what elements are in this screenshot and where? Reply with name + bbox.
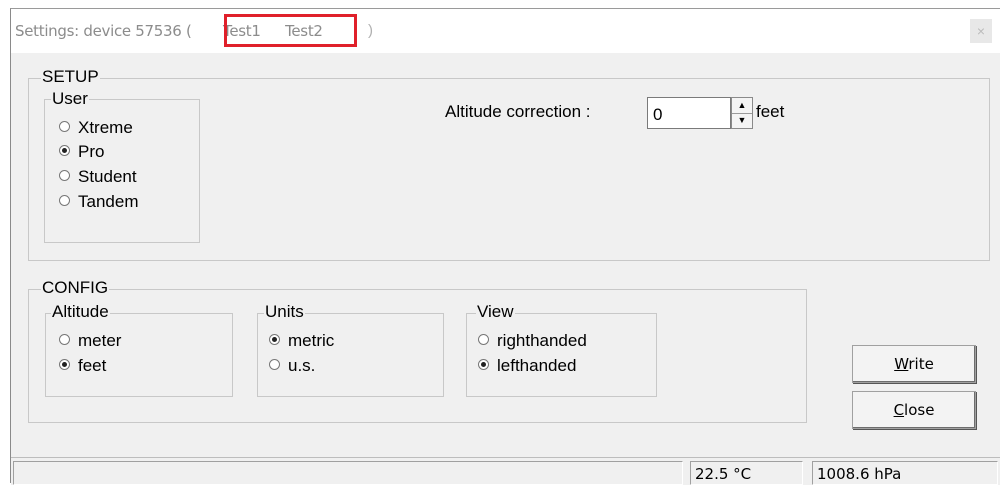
config-legend: CONFIG [41,278,110,297]
window-title: Settings: device 57536 ( [15,22,192,40]
write-button[interactable]: Write [852,345,976,383]
status-bar: 22.5 °C 1008.6 hPa [11,457,1000,485]
radio-icon[interactable] [59,334,70,345]
user-option-xtreme[interactable]: Xtreme [59,118,133,138]
status-temperature: 22.5 °C [690,461,803,485]
radio-label: lefthanded [497,356,577,375]
settings-window: Settings: device 57536 ( Test1 Test2 ) ×… [10,8,1000,485]
radio-label: metric [288,331,335,350]
title-bar: Settings: device 57536 ( Test1 Test2 ) × [11,9,1000,53]
user-legend: User [51,89,89,108]
close-icon[interactable]: × [970,19,992,43]
radio-label: Xtreme [78,118,133,137]
altitude-option-feet[interactable]: feet [59,356,106,376]
units-legend: Units [264,302,305,321]
user-option-tandem[interactable]: Tandem [59,192,138,212]
units-option-metric[interactable]: metric [269,331,334,351]
title-close-paren: ) [368,22,373,39]
view-legend: View [476,302,515,321]
radio-label: righthanded [497,331,587,350]
close-label: lose [904,401,935,419]
radio-icon[interactable] [59,121,70,132]
radio-selected-icon[interactable] [59,145,70,156]
setup-legend: SETUP [41,67,100,86]
close-mnemonic: C [893,401,905,419]
units-option-us[interactable]: u.s. [269,356,315,376]
radio-label: meter [78,331,122,350]
spin-down-icon[interactable]: ▼ [732,113,752,128]
radio-label: feet [78,356,107,375]
user-option-student[interactable]: Student [59,167,137,187]
altitude-legend: Altitude [51,302,110,321]
spin-up-icon[interactable]: ▲ [732,98,752,114]
radio-label: u.s. [288,356,316,375]
altitude-group [45,313,233,397]
radio-icon[interactable] [59,170,70,181]
user-option-pro[interactable]: Pro [59,142,104,162]
view-option-lefthanded[interactable]: lefthanded [478,356,576,376]
view-group [466,313,657,397]
radio-icon[interactable] [269,359,280,370]
radio-icon[interactable] [59,195,70,206]
radio-selected-icon[interactable] [478,359,489,370]
status-pressure: 1008.6 hPa [812,461,998,485]
altitude-spinner[interactable]: ▲ ▼ [731,97,753,129]
highlight-annotation-box [224,14,357,47]
close-button[interactable]: Close [852,391,976,429]
altitude-correction-input[interactable] [647,97,731,129]
radio-selected-icon[interactable] [59,359,70,370]
radio-label: Student [78,167,137,186]
altitude-correction-label: Altitude correction : [445,102,591,121]
write-mnemonic: W [894,355,909,373]
radio-icon[interactable] [478,334,489,345]
altitude-unit-label: feet [756,102,785,121]
radio-selected-icon[interactable] [269,334,280,345]
altitude-option-meter[interactable]: meter [59,331,121,351]
radio-label: Tandem [78,192,139,211]
radio-label: Pro [78,142,105,161]
status-message [13,461,683,485]
view-option-righthanded[interactable]: righthanded [478,331,587,351]
write-label: rite [908,355,934,373]
units-group [257,313,444,397]
